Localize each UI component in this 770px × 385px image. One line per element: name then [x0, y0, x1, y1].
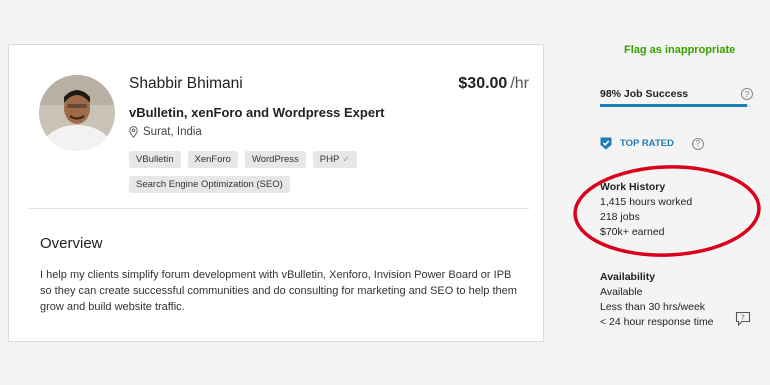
skill-tag[interactable]: WordPress: [244, 151, 306, 168]
job-success-bar-fill: [600, 104, 747, 107]
jobs-count: 218 jobs: [600, 211, 640, 223]
freelancer-title: vBulletin, xenForo and Wordpress Expert: [129, 105, 385, 120]
overview-line: I help my clients simplify forum develop…: [40, 269, 512, 281]
rate-amount: $30.00: [458, 75, 508, 92]
hours-worked: 1,415 hours worked: [600, 196, 693, 208]
help-icon[interactable]: ?: [691, 137, 704, 150]
response-time: < 24 hour response time: [600, 316, 714, 328]
top-rated-badge-icon: [600, 137, 612, 150]
rate-unit: /hr: [510, 75, 529, 92]
total-earned: $70k+ earned: [600, 226, 665, 238]
location-pin-icon: [129, 126, 138, 138]
chat-icon[interactable]: ?: [735, 311, 751, 327]
overview-line: so they can create successful communitie…: [40, 285, 517, 297]
skill-tag[interactable]: VBulletin: [129, 151, 181, 168]
location: Surat, India: [129, 126, 202, 138]
location-text: Surat, India: [143, 126, 202, 138]
job-success-label: 98% Job Success: [600, 88, 689, 100]
skill-tag[interactable]: Search Engine Optimization (SEO): [129, 176, 290, 193]
overview-heading: Overview: [40, 235, 103, 252]
sidebar: Flag as inappropriate 98% Job Success ? …: [600, 0, 765, 385]
verified-check-icon: ✓: [342, 154, 350, 164]
hourly-rate: $30.00/hr: [458, 75, 529, 93]
overview-text: I help my clients simplify forum develop…: [40, 267, 540, 315]
flag-link[interactable]: Flag as inappropriate: [624, 44, 735, 56]
divider: [29, 208, 529, 209]
skill-tags: VBulletin XenForo WordPress PHP ✓ Search …: [129, 151, 429, 193]
availability-status: Available: [600, 286, 643, 298]
help-icon[interactable]: ?: [741, 88, 753, 100]
skill-tag-php[interactable]: PHP ✓: [312, 151, 357, 168]
profile-card: Shabbir Bhimani $30.00/hr vBulletin, xen…: [8, 44, 544, 342]
top-rated: TOP RATED ?: [600, 137, 704, 150]
work-history-heading: Work History: [600, 181, 666, 193]
skill-tag[interactable]: XenForo: [187, 151, 238, 168]
avatar[interactable]: [39, 75, 115, 151]
top-rated-label: TOP RATED: [620, 138, 674, 149]
job-success-bar: [600, 104, 750, 107]
work-history: Work History 1,415 hours worked 218 jobs…: [600, 180, 692, 240]
availability-heading: Availability: [600, 271, 656, 283]
job-success: 98% Job Success ?: [600, 88, 753, 107]
svg-text:?: ?: [741, 314, 745, 322]
availability: Availability Available Less than 30 hrs/…: [600, 270, 714, 330]
availability-hours: Less than 30 hrs/week: [600, 301, 706, 313]
overview-line: grow and build website traffic.: [40, 301, 185, 313]
skill-tag-label: PHP: [319, 154, 340, 165]
freelancer-name[interactable]: Shabbir Bhimani: [129, 75, 243, 93]
